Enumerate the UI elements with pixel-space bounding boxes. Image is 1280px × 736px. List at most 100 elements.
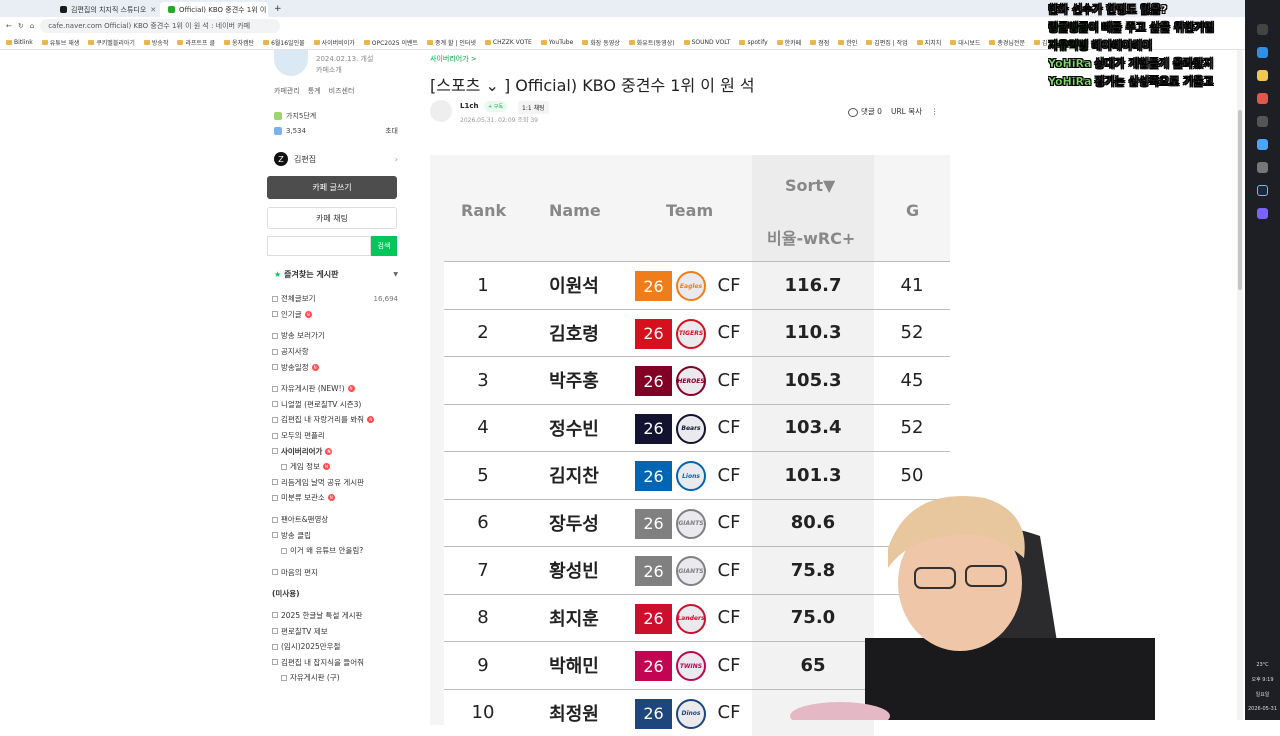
sidebar-board-item[interactable]: 마음의 편지 <box>272 565 398 581</box>
wrc-value: 103.4 <box>752 405 874 452</box>
bookmark-item[interactable]: spotify <box>739 39 767 46</box>
bookmark-item[interactable]: OPC2025 이벤트 <box>364 38 418 47</box>
taskbar-app-icon[interactable] <box>1257 116 1268 127</box>
bookmark-item[interactable]: 사이버비이가 <box>314 38 355 47</box>
new-badge-icon: N <box>348 385 355 392</box>
url-field[interactable]: cafe.naver.com Official) KBO 중견수 1위 이 원 … <box>40 19 280 33</box>
bookmark-item[interactable]: 쿠키멜블리아기 <box>88 38 135 47</box>
header-name[interactable]: Name <box>549 201 601 220</box>
sidebar-board-item[interactable]: 팬아트&팬영상 <box>272 512 398 528</box>
cafe-chat-button[interactable]: 카페 채팅 <box>267 207 397 229</box>
chat-message: 링글벵글이빼들 주고 살을 위한거임 <box>1048 18 1248 36</box>
board-link[interactable]: 사이버리어가 > <box>430 54 477 64</box>
games-cell: 41 <box>874 262 950 309</box>
taskbar-app-icon[interactable] <box>1257 162 1268 173</box>
bookmark-item[interactable]: Bitlink <box>6 39 33 46</box>
sidebar-board-item[interactable]: 미분류 보관소N <box>272 490 398 506</box>
taskbar-browser-icon[interactable] <box>1257 47 1268 58</box>
cafe-search-input[interactable] <box>267 236 371 256</box>
taskbar-search-icon[interactable] <box>1257 24 1268 35</box>
sidebar-board-item[interactable]: 김편집 내 자랑거리를 봐줘N <box>272 412 398 428</box>
sidebar-board-item[interactable]: 모두의 편플리 <box>272 428 398 444</box>
subscribe-button[interactable]: + 구독 <box>484 101 507 112</box>
bookmark-item[interactable]: CHZZK VOTE <box>485 39 532 46</box>
biz-center-link[interactable]: 비즈센터 <box>329 86 355 96</box>
bookmark-item[interactable]: 방송작 <box>144 38 169 47</box>
folder-icon <box>364 40 370 45</box>
folder-icon <box>950 40 956 45</box>
stats-link[interactable]: 통계 <box>308 86 321 96</box>
author-avatar[interactable] <box>430 100 452 122</box>
write-post-button[interactable]: 카페 글쓰기 <box>267 176 397 199</box>
sidebar-board-item[interactable]: 인기글N <box>272 307 398 323</box>
taskbar-steam-icon[interactable] <box>1257 185 1268 196</box>
bookmark-item[interactable]: 총경님전문 <box>989 38 1025 47</box>
bookmark-item[interactable]: 김편집 | 작업 <box>866 38 907 47</box>
sidebar-board-item[interactable]: 이거 왜 유튜브 안올림? <box>272 543 398 559</box>
sidebar-board-item[interactable]: 2025 한글날 특설 게시판 <box>272 608 398 624</box>
sidebar-board-item[interactable]: 방송일정N <box>272 359 398 375</box>
bookmark-item[interactable]: 중계 할 | 인터넷 <box>427 38 476 47</box>
sidebar-board-item[interactable]: 편로칠TV 제보 <box>272 623 398 639</box>
sidebar-board-item[interactable]: (미사용) <box>272 586 398 602</box>
sidebar-board-item[interactable]: 자유게시판 (구) <box>272 670 398 686</box>
more-options-icon[interactable]: ⋮ <box>931 107 939 116</box>
reload-icon[interactable]: ↻ <box>18 22 24 30</box>
chat-badge[interactable]: 1:1 채팅 <box>518 101 549 114</box>
home-icon[interactable]: ⌂ <box>30 22 34 30</box>
header-games[interactable]: G <box>906 201 919 220</box>
bookmark-item[interactable]: 6월16일인물 <box>263 38 305 47</box>
sidebar-board-item[interactable]: 사이버리어가N <box>272 443 398 459</box>
sort-button[interactable]: Sort▼ <box>785 176 835 195</box>
bookmark-item[interactable]: 유튜브 재생 <box>42 38 80 47</box>
bookmark-item[interactable]: 지치치 <box>917 38 942 47</box>
bookmark-item[interactable]: 화장 동영상 <box>582 38 620 47</box>
taskbar-app-icon[interactable] <box>1257 208 1268 219</box>
cafe-intro-link[interactable]: 카페소개 <box>316 65 373 76</box>
bookmark-item[interactable]: 점점 <box>810 38 829 47</box>
board-label: 자유게시판 (NEW!) <box>281 383 345 394</box>
taskbar-app-icon[interactable] <box>1257 70 1268 81</box>
sidebar-board-item[interactable]: 리듬게임 날먹 공유 게시판 <box>272 475 398 491</box>
new-tab-icon[interactable]: + <box>274 4 282 14</box>
close-tab-icon[interactable]: ✕ <box>150 6 156 14</box>
games-cell: 52 <box>874 310 950 357</box>
copy-url-button[interactable]: URL 복사 <box>891 106 922 117</box>
taskbar-app-icon[interactable] <box>1257 139 1268 150</box>
sidebar-board-item[interactable]: 게임 정보N <box>272 459 398 475</box>
cafe-manage-link[interactable]: 카페관리 <box>274 86 300 96</box>
sidebar-board-item[interactable]: 자유게시판 (NEW!)N <box>272 381 398 397</box>
bookmark-item[interactable]: 대시보드 <box>950 38 980 47</box>
folder-icon <box>263 40 269 45</box>
bookmark-item[interactable]: 한카페 <box>777 38 802 47</box>
sidebar-board-item[interactable]: 방송 클립 <box>272 527 398 543</box>
page-scrollbar[interactable] <box>1237 50 1243 720</box>
back-icon[interactable]: ← <box>6 22 12 30</box>
cafe-manager[interactable]: Z 김편집 › <box>274 152 398 166</box>
bookmark-item[interactable]: 라프트프 클 <box>177 38 215 47</box>
sidebar-board-item[interactable]: 전체글보기16,694 <box>272 291 398 307</box>
bookmark-item[interactable]: SOUND VOLT <box>684 39 731 46</box>
comments-link[interactable]: 댓글 0 <box>848 106 882 117</box>
favorite-boards-header[interactable]: ★ 즐겨찾는 게시판 ▼ <box>274 269 398 280</box>
games-cell: 45 <box>874 357 950 404</box>
bookmark-item[interactable]: 화유트(동영상) <box>629 38 675 47</box>
bookmark-item[interactable]: YouTube <box>541 39 573 46</box>
header-stat[interactable]: 비율-wRC+ <box>767 225 855 249</box>
browser-tab-article[interactable]: Official) KBO 중견수 1위 이 원 석 ✕ <box>160 2 268 17</box>
author-name[interactable]: L1ch <box>460 102 478 110</box>
search-button[interactable]: 검색 <box>371 236 397 256</box>
taskbar-app-icon[interactable] <box>1257 93 1268 104</box>
sidebar-board-item[interactable]: 공지사항 <box>272 344 398 360</box>
sidebar-board-item[interactable]: 김편집 내 잡지식을 들어줘 <box>272 654 398 670</box>
browser-tab-studio[interactable]: 김편집의 치지직 스튜디오 ✕ <box>52 2 160 17</box>
sidebar-board-item[interactable]: 니얼껄 (편로칠TV 시즌3) <box>272 397 398 413</box>
bookmark-item[interactable]: 옹자캠탄 <box>224 38 254 47</box>
scrollbar-thumb[interactable] <box>1238 110 1242 290</box>
bookmark-item[interactable]: 한인 <box>838 38 857 47</box>
sidebar-board-item[interactable]: (임시)2025만우절 <box>272 639 398 655</box>
header-rank[interactable]: Rank <box>461 201 506 220</box>
sidebar-board-item[interactable]: 방송 보러가기 <box>272 328 398 344</box>
invite-link[interactable]: 초대 <box>385 126 398 136</box>
header-team[interactable]: Team <box>666 201 713 220</box>
